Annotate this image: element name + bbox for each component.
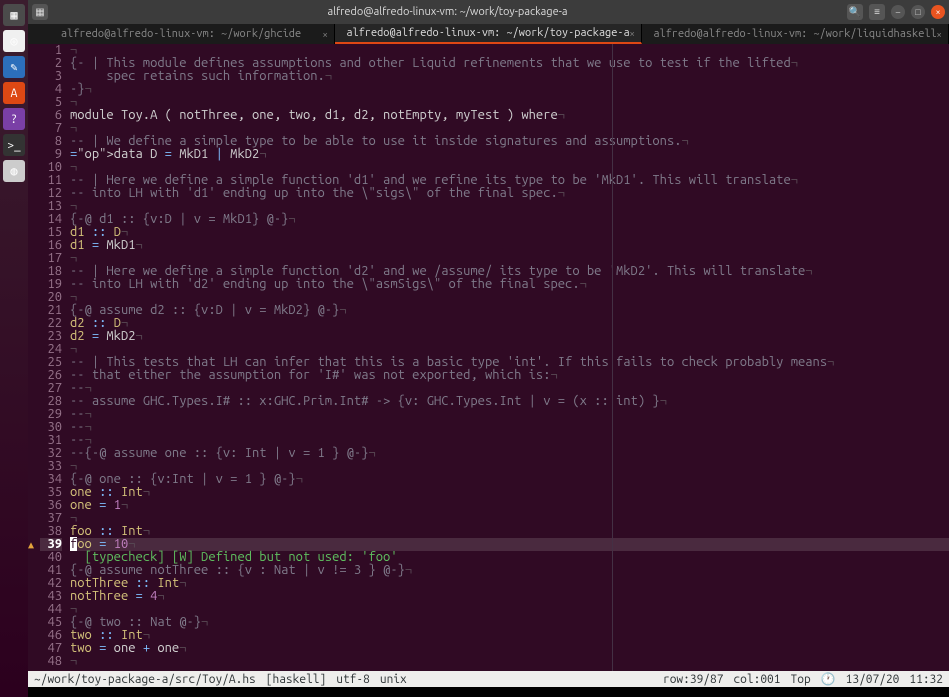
code-line[interactable]: d1 = MkD1¬ [70,239,949,252]
app-menu-icon[interactable]: ▦ [32,4,48,20]
menu-icon[interactable]: ≡ [869,4,885,20]
code-line[interactable]: -- into LH with 'd1' ending up into the … [70,187,949,200]
window-titlebar: ▦ alfredo@alfredo-linux-vm: ~/work/toy-p… [28,0,949,24]
desktop-launcher: ▦ ◎ ✎ A ? >_ ◍ [0,0,28,697]
close-button[interactable]: × [931,5,945,19]
status-date: 13/07/20 [846,673,900,686]
statusline: ~/work/toy-package-a/src/Toy/A.hs [haske… [28,671,949,687]
tab-toy-package-a[interactable]: alfredo@alfredo-linux-vm: ~/work/toy-pac… [335,24,642,44]
clock-icon: 🕐 [821,672,836,686]
code-line[interactable]: two :: Int¬ [70,629,949,642]
status-filetype: [haskell] [266,673,326,686]
code-line[interactable]: -}¬ [70,83,949,96]
code-line[interactable]: one = 1¬ [70,499,949,512]
code-line[interactable]: module Toy.A ( notThree, one, two, d1, d… [70,109,949,122]
code-line[interactable]: notThree = 4¬ [70,590,949,603]
tab-ghcide[interactable]: alfredo@alfredo-linux-vm: ~/work/ghcide … [28,24,335,44]
disc-icon[interactable]: ◍ [3,160,25,182]
status-path: ~/work/toy-package-a/src/Toy/A.hs [34,673,256,686]
tab-close-icon[interactable]: × [936,29,942,40]
code-line[interactable]: -- assume GHC.Types.I# :: x:GHC.Prim.Int… [70,395,949,408]
code-line[interactable]: {-@ assume d2 :: {v:D | v = MkD2} @-}¬ [70,304,949,317]
window-title: alfredo@alfredo-linux-vm: ~/work/toy-pac… [48,6,847,18]
code-line[interactable]: d1 :: D¬ [70,226,949,239]
code-line[interactable]: -- that either the assumption for 'I#' w… [70,369,949,382]
status-encoding: utf-8 [336,673,370,686]
status-row: row:39/87 [663,673,723,686]
code-line[interactable]: --¬ [70,408,949,421]
code-line[interactable]: two = one + one¬ [70,642,949,655]
code-line[interactable]: d2 :: D¬ [70,317,949,330]
code-line[interactable]: foo :: Int¬ [70,525,949,538]
store-icon[interactable]: A [3,82,25,104]
status-fileformat: unix [380,673,407,686]
code-line[interactable]: --{-@ assume one :: {v: Int | v = 1 } @-… [70,447,949,460]
tab-close-icon[interactable]: × [322,29,328,40]
editor[interactable]: ▲ 12345678910111213141516171819202122232… [28,44,949,671]
code-line[interactable]: notThree :: Int¬ [70,577,949,590]
column-ruler [612,44,613,671]
code-line[interactable]: {-@ two :: Nat @-}¬ [70,616,949,629]
code-line[interactable]: {-@ assume notThree :: {v : Nat | v != 3… [70,564,949,577]
document-icon[interactable]: ✎ [3,56,25,78]
code-line[interactable]: d2 = MkD2¬ [70,330,949,343]
tab-close-icon[interactable]: × [629,28,635,39]
status-scroll: Top [791,673,811,686]
gutter-line-number: 48 [40,655,62,668]
maximize-button[interactable]: □ [911,5,925,19]
tab-label: alfredo@alfredo-linux-vm: ~/work/ghcide [61,28,301,40]
tab-liquidhaskell[interactable]: alfredo@alfredo-linux-vm: ~/work/liquidh… [642,24,949,44]
code-line[interactable]: --¬ [70,421,949,434]
code-line[interactable]: ¬ [70,655,949,668]
search-icon[interactable]: 🔍 [847,4,863,20]
tab-label: alfredo@alfredo-linux-vm: ~/work/toy-pac… [346,27,629,39]
status-col: col:001 [733,673,780,686]
sign-warning: ▲ [28,538,40,551]
code-line[interactable]: {-@ one :: {v:Int | v = 1 } @-}¬ [70,473,949,486]
status-time: 11:32 [909,673,943,686]
tab-label: alfredo@alfredo-linux-vm: ~/work/liquidh… [653,28,936,40]
files-icon[interactable]: ▦ [3,4,25,26]
terminal-tabs: alfredo@alfredo-linux-vm: ~/work/ghcide … [28,24,949,44]
terminal-app: ▦ alfredo@alfredo-linux-vm: ~/work/toy-p… [28,0,949,697]
code-line[interactable]: spec retains such information.¬ [70,70,949,83]
music-icon[interactable]: ◎ [3,30,25,52]
code-line[interactable]: {-@ d1 :: {v:D | v = MkD1} @-}¬ [70,213,949,226]
footer-strip [28,687,949,697]
minimize-button[interactable]: – [891,5,905,19]
help-icon[interactable]: ? [3,108,25,130]
terminal-icon[interactable]: >_ [3,134,25,156]
code-line[interactable]: ¬ [70,512,949,525]
code-line[interactable]: one :: Int¬ [70,486,949,499]
code-line[interactable]: ="op">data D = MkD1 | MkD2¬ [70,148,949,161]
code-line[interactable]: -- into LH with 'd2' ending up into the … [70,278,949,291]
